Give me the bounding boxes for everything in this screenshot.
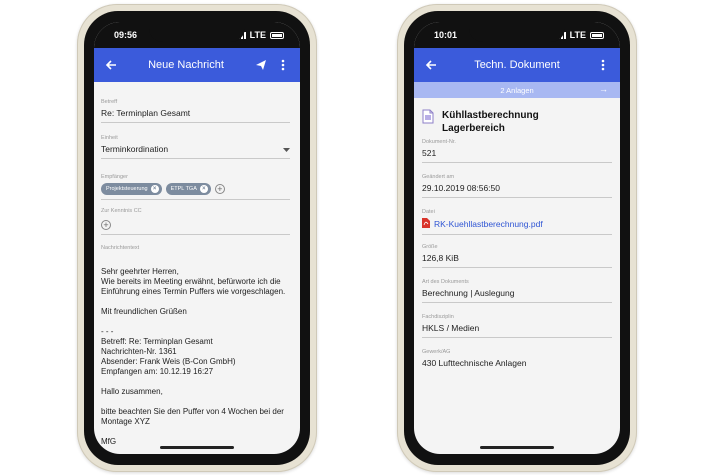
subject-value: Re: Terminplan Gesamt — [101, 108, 191, 118]
document-title-line1: Kühllastberechnung — [442, 110, 539, 121]
attachments-banner[interactable]: 2 Anlagen → — [414, 82, 620, 98]
network-label: LTE — [569, 30, 586, 40]
field-document-number: Dokument-Nr. 521 — [422, 139, 612, 163]
document-title-line2: Lagerbereich — [442, 123, 505, 134]
unit-label: Einheit — [101, 135, 118, 141]
field-modified-date: Geändert am 29.10.2019 08:56:50 — [422, 174, 612, 198]
field-document-type: Art des Dokuments Berechnung | Auslegung — [422, 279, 612, 303]
remove-chip-icon[interactable]: × — [150, 185, 159, 193]
document-file-icon — [422, 109, 434, 135]
message-form: Betreff Re: Terminplan Gesamt Einheit Te… — [94, 82, 300, 454]
field-size: Größe 126,8 KiB — [422, 244, 612, 268]
battery-icon — [270, 31, 284, 39]
document-header: Kühllastberechnung Lagerbereich — [422, 109, 614, 135]
status-time: 09:56 — [114, 30, 138, 40]
phone-bezel: 10:01 LTE Techn. Dokument 2 Anlagen → Kü… — [404, 11, 630, 465]
phone-frame-right: 10:01 LTE Techn. Dokument 2 Anlagen → Kü… — [397, 4, 637, 472]
back-arrow-icon[interactable] — [420, 54, 442, 76]
phone-frame-left: 09:56 LTE Neue Nachricht Betreff Re: Ter… — [77, 4, 317, 472]
home-indicator[interactable] — [480, 446, 554, 449]
attachments-label: 2 Anlagen — [500, 85, 534, 95]
tech-document-screen: 10:01 LTE Techn. Dokument 2 Anlagen → Kü… — [414, 22, 620, 454]
cc-label: Zur Kenntnis CC — [101, 208, 142, 214]
recipients-label: Empfänger — [101, 174, 128, 180]
battery-icon — [590, 31, 604, 39]
cc-field[interactable]: Zur Kenntnis CC + — [101, 208, 290, 235]
unit-select[interactable]: Einheit Terminkordination — [101, 135, 290, 159]
dropdown-arrow-icon — [283, 144, 290, 154]
more-vert-icon[interactable] — [592, 54, 614, 76]
field-file[interactable]: Datei RK-Kuehllastberechnung.pdf — [422, 209, 612, 235]
arrow-right-icon: → — [599, 84, 608, 94]
message-body[interactable]: Sehr geehrter Herren, Wie bereits im Mee… — [101, 267, 294, 447]
subject-label: Betreff — [101, 99, 118, 105]
recipient-chip[interactable]: Projektsteuerung × — [101, 183, 162, 195]
send-icon[interactable] — [250, 54, 272, 76]
app-bar: Techn. Dokument — [414, 48, 620, 82]
phone-bezel: 09:56 LTE Neue Nachricht Betreff Re: Ter… — [84, 11, 310, 465]
recipient-chip[interactable]: ETPL TGA × — [165, 183, 211, 195]
status-time: 10:01 — [434, 30, 458, 40]
recipients-field[interactable]: Empfänger Projektsteuerung × ETPL TGA × … — [101, 174, 290, 200]
notch — [149, 22, 245, 42]
notch — [469, 22, 565, 42]
pdf-icon — [422, 218, 430, 230]
add-recipient-icon[interactable]: + — [214, 184, 225, 194]
remove-chip-icon[interactable]: × — [199, 185, 208, 193]
more-vert-icon[interactable] — [272, 54, 294, 76]
field-discipline: Fachdisziplin HKLS / Medien — [422, 314, 612, 338]
file-link[interactable]: RK-Kuehllastberechnung.pdf — [434, 219, 543, 229]
new-message-screen: 09:56 LTE Neue Nachricht Betreff Re: Ter… — [94, 22, 300, 454]
unit-value: Terminkordination — [101, 144, 169, 154]
home-indicator[interactable] — [160, 446, 234, 449]
message-label: Nachrichtentext — [101, 245, 140, 251]
message-label-wrap: Nachrichtentext — [101, 245, 290, 251]
network-label: LTE — [249, 30, 266, 40]
field-trade: Gewerk/AG 430 Lufttechnische Anlagen — [422, 349, 527, 368]
back-arrow-icon[interactable] — [100, 54, 122, 76]
app-bar: Neue Nachricht — [94, 48, 300, 82]
page-title: Neue Nachricht — [148, 59, 224, 71]
add-cc-icon[interactable]: + — [101, 220, 111, 230]
subject-field[interactable]: Betreff Re: Terminplan Gesamt — [101, 99, 290, 123]
page-title: Techn. Dokument — [474, 59, 560, 71]
